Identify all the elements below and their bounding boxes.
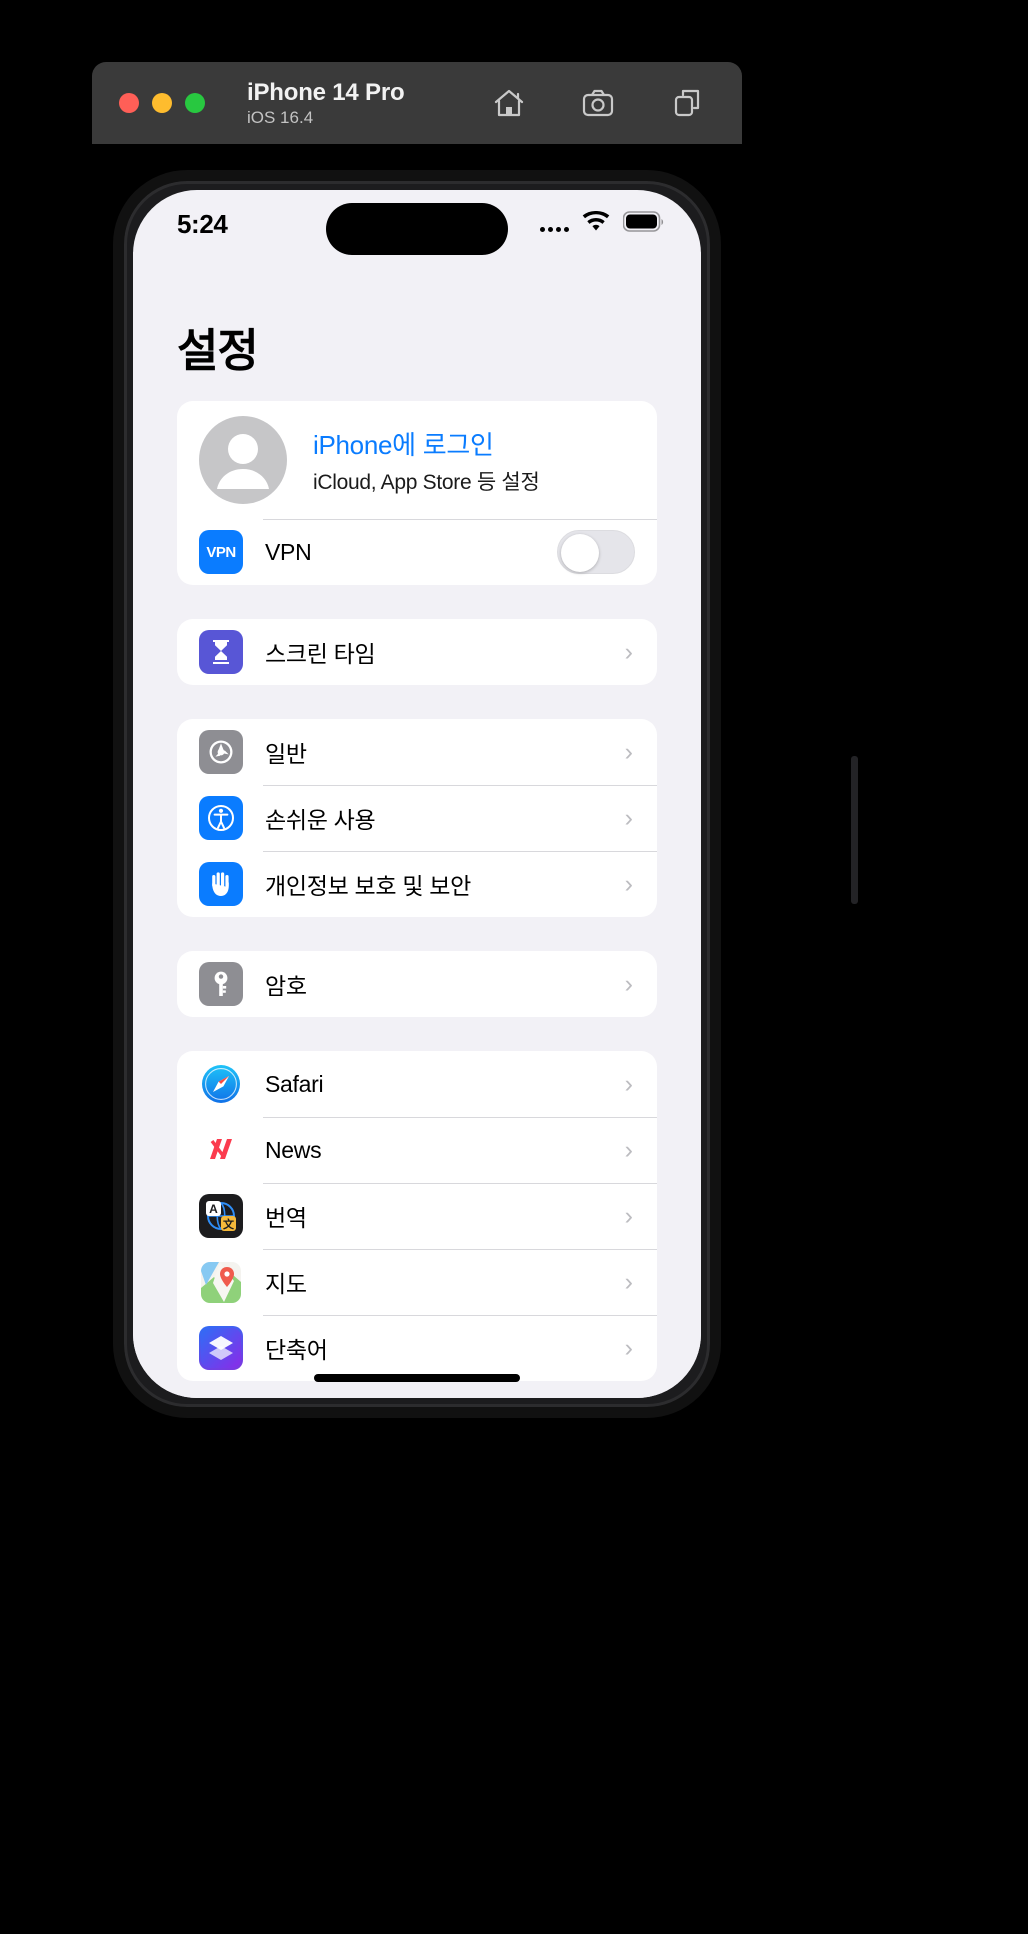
news-icon [199,1128,243,1172]
accessibility-icon [199,796,243,840]
row-label-general: 일반 [265,741,307,767]
maps-icon [199,1260,243,1304]
hand-raised-icon [199,862,243,906]
sign-in-row[interactable]: iPhone에 로그인 iCloud, App Store 등 설정 [177,401,657,519]
zoom-window-button[interactable] [185,93,205,113]
device-screen: 5:24 설정 iPhone에 로그인 iCloud, App Store 등 … [133,190,701,1398]
group-system: 일반 › 손쉬운 사용 › 개인정보 보호 및 보안 › [177,719,657,917]
row-accessibility[interactable]: 손쉬운 사용 › [177,785,657,851]
chevron-right-icon: › [624,1201,633,1230]
chevron-right-icon: › [624,969,633,998]
row-general[interactable]: 일반 › [177,719,657,785]
chevron-right-icon: › [624,1069,633,1098]
row-shortcuts[interactable]: 단축어 › [177,1315,657,1381]
chevron-right-icon: › [624,737,633,766]
status-indicators [540,210,665,238]
chevron-right-icon: › [624,1267,633,1296]
sign-in-subtitle: iCloud, App Store 등 설정 [313,470,540,494]
wifi-icon [581,210,611,238]
status-time: 5:24 [177,208,228,239]
group-apps: Safari › News › A 文 번역 › 지도 › 단축어 › [177,1051,657,1381]
person-avatar-icon [199,416,287,504]
row-label-maps: 지도 [265,1271,307,1297]
chevron-right-icon: › [624,1333,633,1362]
simulator-toolbar [492,86,704,120]
row-passwords[interactable]: 암호 › [177,951,657,1017]
dynamic-island [326,203,508,255]
cellular-dots-icon [540,216,569,232]
safari-compass-icon [199,1062,243,1106]
window-controls[interactable] [119,93,205,113]
iphone-device-frame: 5:24 설정 iPhone에 로그인 iCloud, App Store 등 … [113,170,858,1418]
simulator-stage: iPhone 14 Pro iOS 16.4 5:24 설정 iPhone에 로… [0,0,1028,1934]
row-safari[interactable]: Safari › [177,1051,657,1117]
group-screentime: 스크린 타임 › [177,619,657,685]
screenshot-icon[interactable] [581,86,615,120]
chevron-right-icon: › [624,637,633,666]
gear-icon [199,730,243,774]
row-label-safari: Safari [265,1070,324,1097]
hourglass-icon [199,630,243,674]
rotate-icon[interactable] [670,86,704,120]
group-account: iPhone에 로그인 iCloud, App Store 등 설정 VPN V… [177,401,657,585]
row-news[interactable]: News › [177,1117,657,1183]
row-label-accessibility: 손쉬운 사용 [265,807,376,833]
row-screen-time[interactable]: 스크린 타임 › [177,619,657,685]
row-maps[interactable]: 지도 › [177,1249,657,1315]
shortcuts-icon [199,1326,243,1370]
row-label-screen-time: 스크린 타임 [265,641,376,667]
group-passwords: 암호 › [177,951,657,1017]
status-bar: 5:24 [133,190,701,255]
home-indicator[interactable] [314,1374,520,1382]
vpn-toggle[interactable] [557,530,635,574]
row-label-privacy-security: 개인정보 보호 및 보안 [265,873,472,899]
row-label-vpn: VPN [265,538,312,565]
home-icon[interactable] [492,86,526,120]
svg-text:A: A [209,1202,218,1216]
row-label-translate: 번역 [265,1205,307,1231]
minimize-window-button[interactable] [152,93,172,113]
device-name: iPhone 14 Pro [247,78,405,106]
sign-in-title: iPhone에 로그인 [313,429,494,460]
power-button[interactable] [851,756,858,904]
os-version: iOS 16.4 [247,107,314,127]
settings-page: 설정 iPhone에 로그인 iCloud, App Store 등 설정 VP… [133,252,701,1398]
row-label-passwords: 암호 [265,973,307,999]
row-label-shortcuts: 단축어 [265,1337,328,1363]
toggle-knob [561,534,599,572]
translate-icon: A 文 [199,1194,243,1238]
row-label-news: News [265,1136,322,1163]
row-translate[interactable]: A 文 번역 › [177,1183,657,1249]
row-privacy-security[interactable]: 개인정보 보호 및 보안 › [177,851,657,917]
chevron-right-icon: › [624,1135,633,1164]
account-text: iPhone에 로그인 iCloud, App Store 등 설정 [313,425,540,496]
battery-icon [622,210,665,238]
row-vpn[interactable]: VPN VPN [177,519,657,585]
simulator-title-block: iPhone 14 Pro iOS 16.4 [247,78,405,127]
simulator-titlebar: iPhone 14 Pro iOS 16.4 [92,62,742,144]
chevron-right-icon: › [624,803,633,832]
vpn-icon: VPN [199,530,243,574]
key-icon [199,962,243,1006]
svg-text:文: 文 [223,1217,235,1231]
close-window-button[interactable] [119,93,139,113]
chevron-right-icon: › [624,869,633,898]
page-title: 설정 [177,325,259,376]
